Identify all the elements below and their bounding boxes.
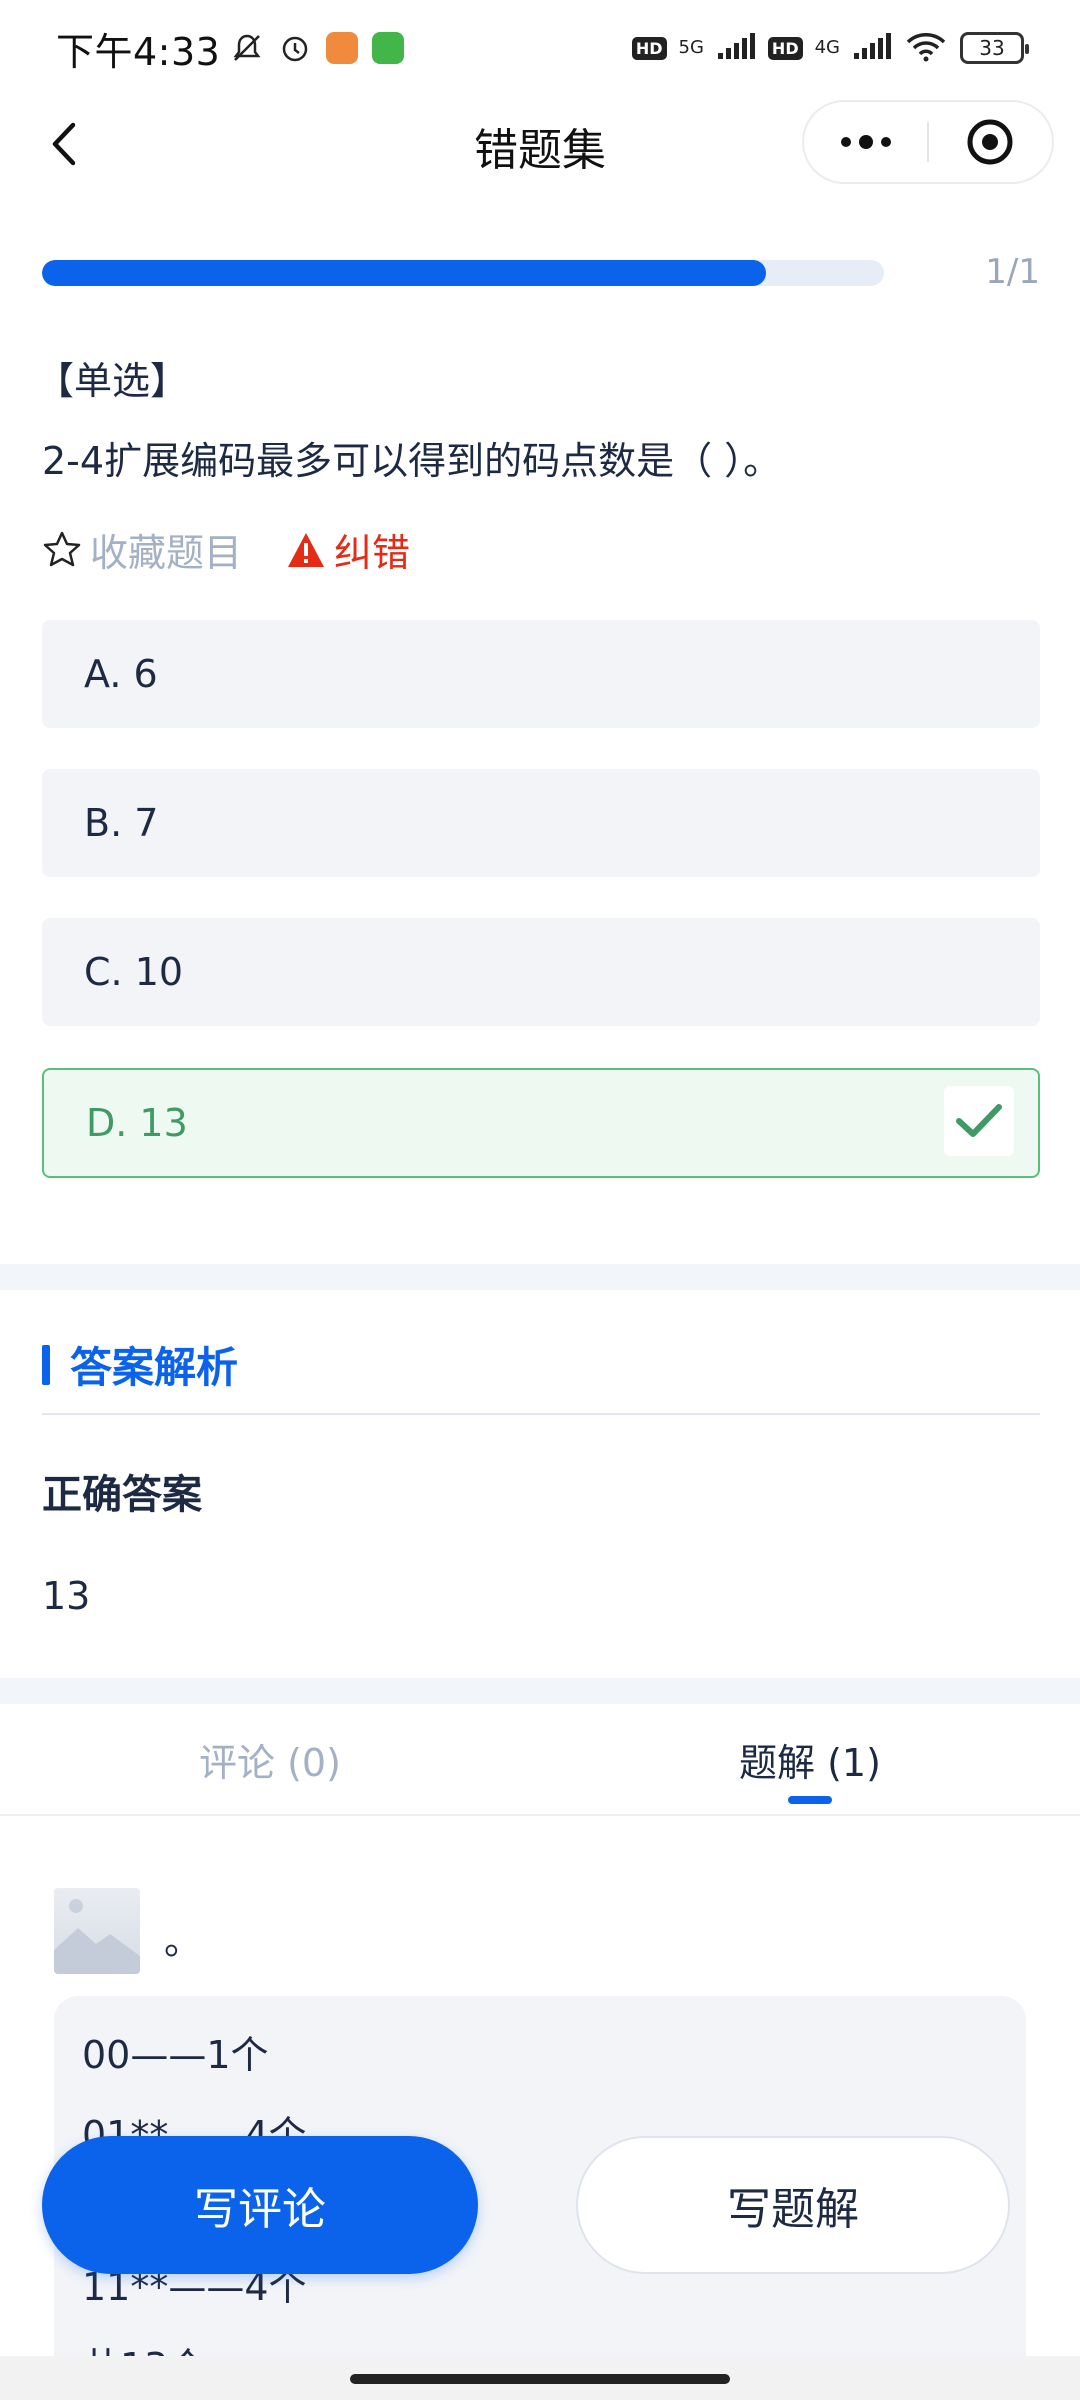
back-button[interactable] [36,116,92,172]
alarm-icon [278,31,312,65]
option-d-correct[interactable]: D. 13 [42,1068,1040,1178]
battery-indicator: 33 [960,32,1029,64]
write-solution-button[interactable]: 写题解 [576,2136,1010,2274]
favorite-label: 收藏题目 [90,531,243,575]
write-comment-button[interactable]: 写评论 [42,2136,478,2274]
option-label: A. 6 [84,652,158,696]
network-4g-label: 4G [814,37,840,58]
divider [42,1413,1040,1415]
android-app-icon [372,32,405,64]
warning-icon [288,532,325,567]
favorite-button[interactable]: 收藏题目 [42,522,242,577]
signal-icon [716,31,756,65]
chevron-left-icon [52,122,76,166]
more-button[interactable] [804,102,927,182]
tab-comments[interactable]: 评论 (0) [0,1704,540,1814]
question-type: 【单选】 [36,359,189,403]
analysis-header: 答案解析 [42,1334,238,1395]
tab-solutions-label: 题解 (1) [739,1740,881,1785]
analysis-title: 答案解析 [70,1343,239,1392]
option-a[interactable]: A. 6 [42,620,1040,728]
home-indicator[interactable] [350,2374,730,2384]
progress-counter: 1/1 [985,252,1040,292]
target-close-icon [967,119,1013,165]
nav-bar: 错题集 [0,96,1080,192]
option-label: D. 13 [86,1101,188,1145]
active-tab-indicator [788,1796,832,1804]
report-label: 纠错 [334,531,411,575]
report-error-button[interactable]: 纠错 [286,522,410,577]
image-placeholder-icon [54,1899,140,1974]
hd-badge-2: HD [767,36,803,60]
avatar[interactable] [54,1888,140,1974]
miniprogram-capsule [802,100,1054,184]
write-solution-label: 写题解 [727,2184,859,2235]
tab-solutions[interactable]: 题解 (1) [540,1704,1080,1814]
check-icon [956,1104,1002,1137]
write-comment-label: 写评论 [194,2184,326,2235]
option-label: B. 7 [84,801,159,845]
question-actions: 收藏题目 纠错 [42,522,410,577]
option-c[interactable]: C. 10 [42,918,1040,1026]
solution-line: 00——1个 [82,2033,269,2077]
solution-caption: 。 [164,1919,203,1963]
correct-answer-label: 正确答案 [42,1472,202,1518]
accent-bar [42,1344,50,1385]
close-miniprogram-button[interactable] [929,102,1052,182]
option-b[interactable]: B. 7 [42,769,1040,877]
network-5g-label: 5G [678,37,704,58]
section-separator-2 [0,1678,1080,1704]
section-separator [0,1264,1080,1290]
shopping-app-icon [326,32,359,64]
tab-comments-label: 评论 (0) [199,1740,341,1785]
correct-answer-value: 13 [42,1574,91,1618]
wifi-icon [904,30,948,66]
option-label: C. 10 [84,950,184,994]
mute-icon [230,31,264,65]
progress-bar [42,260,884,286]
signal-icon-2 [852,31,892,65]
question-text: 2-4扩展编码最多可以得到的码点数是（ ）。 [42,439,782,483]
status-time: 下午4:33 [56,29,221,74]
more-dots-icon [840,135,891,149]
hd-badge: HD [631,36,667,60]
star-icon [43,531,81,566]
comment-tabs: 评论 (0) 题解 (1) [0,1704,1080,1816]
progress-fill [42,260,767,286]
status-bar: 下午4:33 HD 5G HD 4G 33 [0,0,1080,96]
correct-check-badge [944,1086,1014,1156]
